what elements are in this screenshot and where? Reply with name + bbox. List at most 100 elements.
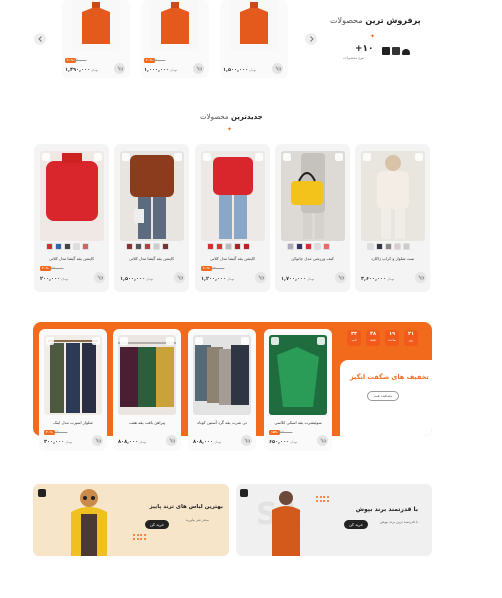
product-image[interactable]: [201, 151, 265, 241]
add-to-cart-button[interactable]: [193, 63, 204, 74]
favorite-icon[interactable]: [195, 337, 203, 345]
product-price: ۳,۶۰۰,۰۰۰تومان: [361, 276, 395, 282]
product-name[interactable]: کیف ورزشی مدل چانوکن: [275, 256, 350, 261]
product-price: ۶۵۰,۰۰۰تومان: [269, 439, 298, 445]
product-price: ۱,۴۹۰,۰۰۰تومان: [65, 67, 99, 73]
discount-badge: ۲۰%: [40, 266, 51, 271]
product-card[interactable]: ست شلوار و کراپ ژاکارد ۳,۶۰۰,۰۰۰تومان: [355, 144, 430, 292]
compare-icon[interactable]: [92, 337, 100, 345]
add-to-cart-button[interactable]: [174, 272, 185, 283]
add-to-cart-button[interactable]: [255, 272, 266, 283]
product-card[interactable]: ۲۰% ۶۵۰,۰۰۰ ۱,۴۹۰,۰۰۰تومان: [62, 0, 130, 78]
favorite-icon[interactable]: [283, 153, 291, 161]
product-card[interactable]: پیراهن بافت یقه هفت ۸۰۸,۰۰۰تومان: [113, 329, 181, 451]
discount-badge: ۲۰%: [44, 430, 55, 435]
product-name[interactable]: ست شلوار و کراپ ژاکارد: [355, 256, 430, 261]
product-card[interactable]: شلوار اسپرت مدل اینک ۲۰% ۶۵۰,۰۰۰ ۳۰۰,۰۰۰…: [39, 329, 107, 451]
banner-model-image: SA: [256, 491, 302, 556]
add-to-cart-button[interactable]: [166, 435, 177, 446]
product-image[interactable]: [151, 0, 199, 50]
add-to-cart-button[interactable]: [114, 63, 125, 74]
product-card[interactable]: کاپشن یقه گیشا مدل کلاتی ۱,۵۰۰,۰۰۰تومان: [114, 144, 189, 292]
banner-title: بهترین لباس های ترند پاییز: [149, 504, 223, 510]
cart-icon: [95, 438, 101, 442]
favorite-icon[interactable]: [46, 337, 54, 345]
product-card[interactable]: سوئیشرت یقه اسکی کلاسی ۱۵% ۶۵۰,۰۰۰ ۶۵۰,۰…: [264, 329, 332, 451]
favorite-icon[interactable]: [122, 153, 130, 161]
product-image[interactable]: [281, 151, 345, 241]
product-image[interactable]: [361, 151, 425, 241]
best-sellers-section: ۲۰% ۶۵۰,۰۰۰ ۱,۴۹۰,۰۰۰تومان ۲۰% ۶۵۰,۰۰۰ ۱…: [0, 0, 502, 85]
old-price: ۶۵۰,۰۰۰: [51, 266, 64, 270]
hanger-icon: [38, 489, 46, 497]
add-to-cart-button[interactable]: [335, 272, 346, 283]
product-card[interactable]: ۱,۵۰۰,۰۰۰تومان: [220, 0, 288, 78]
old-price: ۶۵۰,۰۰۰: [212, 266, 225, 270]
product-name[interactable]: کاپشن یقه گیشا مدل کلاتی: [195, 256, 270, 261]
product-card[interactable]: کیف ورزشی مدل چانوکن ۱,۷۰۰,۰۰۰تومان: [275, 144, 350, 292]
product-card[interactable]: ۲۰% ۶۵۰,۰۰۰ ۱,۰۰۰,۰۰۰تومان: [141, 0, 209, 78]
compare-icon[interactable]: [166, 337, 174, 345]
add-to-cart-button[interactable]: [94, 272, 105, 283]
favorite-icon[interactable]: [363, 153, 371, 161]
favorite-icon[interactable]: [42, 153, 50, 161]
timer-days: ۲۱ روز: [404, 330, 418, 346]
product-image[interactable]: [44, 335, 102, 415]
add-to-cart-button[interactable]: [92, 435, 103, 446]
compare-icon[interactable]: [174, 153, 182, 161]
product-name[interactable]: پیراهن بافت یقه هفت: [113, 420, 181, 425]
shop-now-button[interactable]: خرید کن: [145, 520, 170, 529]
color-swatches: [46, 243, 89, 250]
add-to-cart-button[interactable]: [317, 435, 328, 446]
cart-icon: [338, 275, 344, 279]
old-price: ۶۵۰,۰۰۰: [280, 430, 293, 434]
product-image[interactable]: [230, 0, 278, 50]
product-name[interactable]: تی شرت یقه گرد آستین کوتاه: [188, 420, 256, 425]
add-to-cart-button[interactable]: [272, 63, 283, 74]
chevron-right-icon[interactable]: [305, 33, 317, 45]
clothing-icons: [382, 47, 410, 55]
cart-icon: [320, 438, 326, 442]
add-to-cart-button[interactable]: [415, 272, 426, 283]
product-card[interactable]: کاپشن یقه گیشا مدل کلاتی ۲۰% ۶۵۰,۰۰۰ ۱,۲…: [195, 144, 270, 292]
compare-icon[interactable]: [317, 337, 325, 345]
tshirt-icon: [392, 47, 400, 55]
product-name[interactable]: کاپشن یقه گیشا مدل کلاتی: [34, 256, 109, 261]
product-image[interactable]: [40, 151, 104, 241]
product-price: ۱,۰۰۰,۰۰۰تومان: [144, 67, 178, 73]
shop-now-button[interactable]: خرید کن: [344, 520, 369, 529]
promo-banner-right[interactable]: SA با قدرتمند برند بپوش با قدرتمند ترین …: [236, 484, 432, 556]
compare-icon[interactable]: [94, 153, 102, 161]
product-image[interactable]: [72, 0, 120, 50]
product-card[interactable]: تی شرت یقه گرد آستین کوتاه ۸۰۸,۰۰۰تومان: [188, 329, 256, 451]
star-icon: ✦: [370, 33, 376, 40]
compare-icon[interactable]: [241, 337, 249, 345]
product-name[interactable]: سوئیشرت یقه اسکی کلاسی: [264, 420, 332, 425]
color-swatches: [126, 243, 169, 250]
color-swatches: [367, 243, 410, 250]
product-image[interactable]: [193, 335, 251, 415]
dot-pattern: [133, 534, 146, 540]
compare-icon[interactable]: [415, 153, 423, 161]
product-card[interactable]: کاپشن یقه گیشا مدل کلاتی ۲۰% ۶۵۰,۰۰۰ ۲۰۰…: [34, 144, 109, 292]
favorite-icon[interactable]: [271, 337, 279, 345]
compare-icon[interactable]: [255, 153, 263, 161]
product-price: ۸۰۸,۰۰۰تومان: [118, 439, 147, 445]
cart-icon: [418, 275, 424, 279]
product-name[interactable]: شلوار اسپرت مدل اینک: [39, 420, 107, 425]
favorite-icon[interactable]: [203, 153, 211, 161]
favorite-icon[interactable]: [120, 337, 128, 345]
dot-pattern: [316, 496, 329, 502]
product-image[interactable]: [269, 335, 327, 415]
chevron-left-icon[interactable]: [34, 33, 46, 45]
product-image[interactable]: [118, 335, 176, 415]
hanger-icon: [240, 489, 248, 497]
cart-icon: [196, 66, 202, 70]
promo-banner-left[interactable]: بهترین لباس های ترند پاییز سحر نفر بیاور…: [33, 484, 229, 556]
add-to-cart-button[interactable]: [241, 435, 252, 446]
product-image[interactable]: [120, 151, 184, 241]
compare-icon[interactable]: [335, 153, 343, 161]
product-name[interactable]: کاپشن یقه گیشا مدل کلاتی: [114, 256, 189, 261]
product-price: ۱,۵۰۰,۰۰۰تومان: [223, 67, 257, 73]
view-all-button[interactable]: مشاهده همه: [367, 391, 400, 401]
